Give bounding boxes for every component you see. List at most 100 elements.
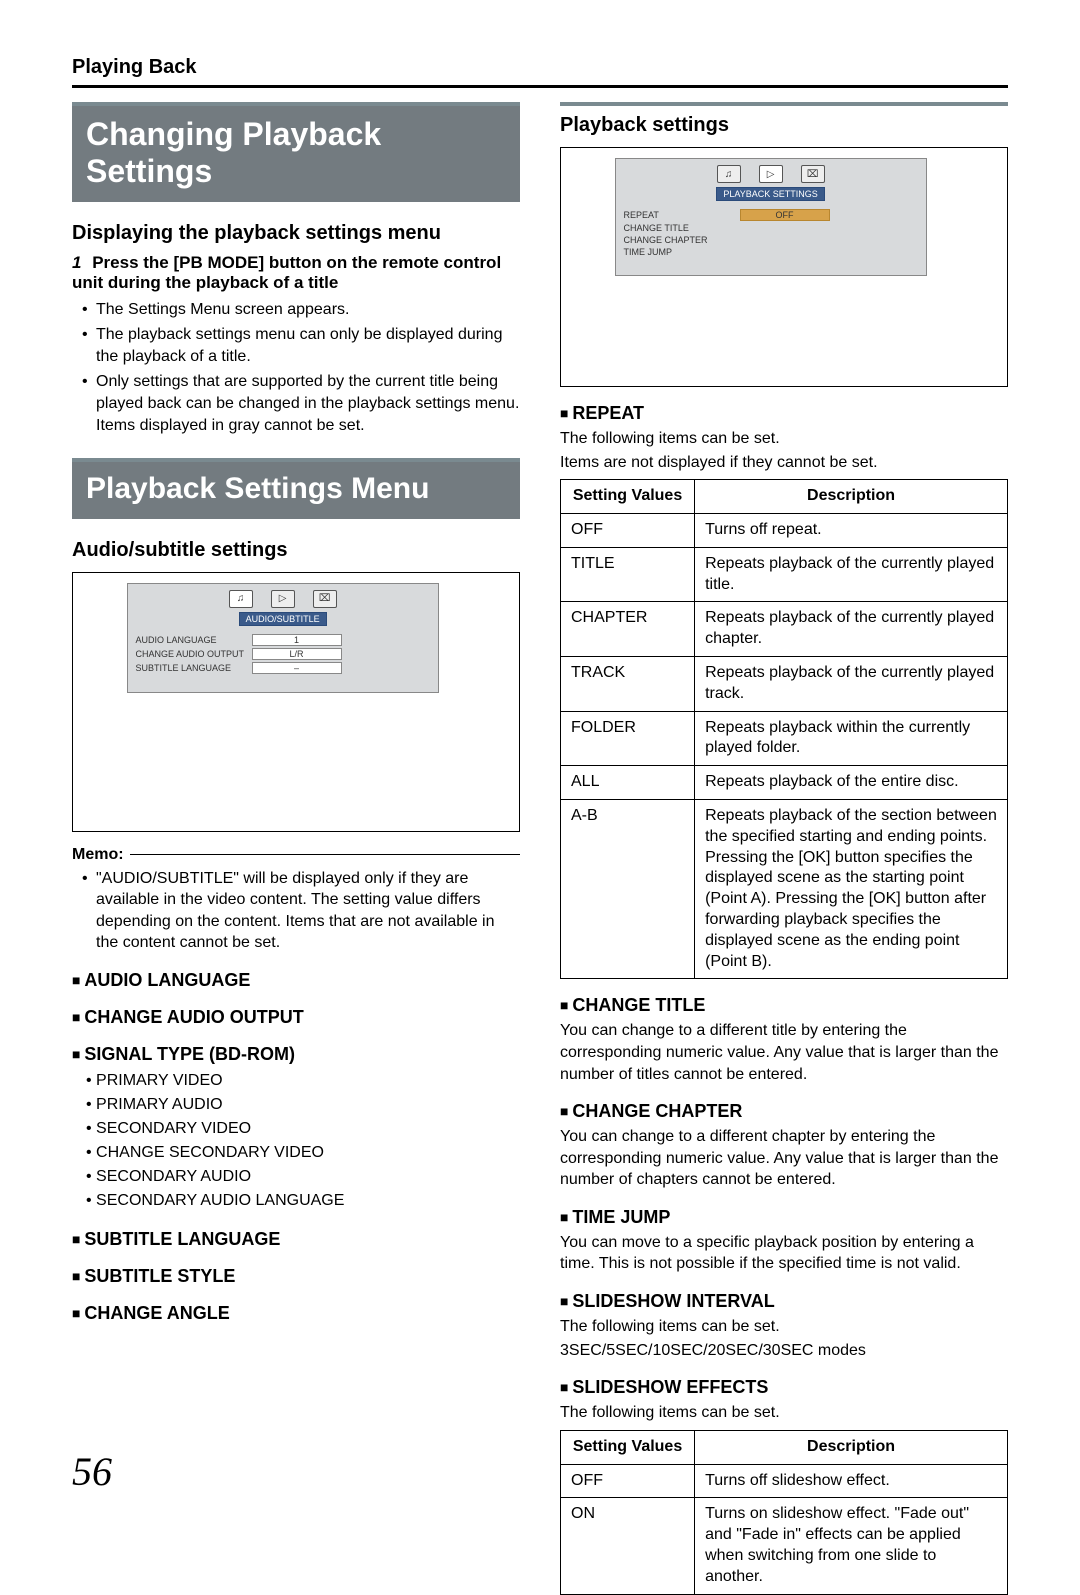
osd-tab-label: PLAYBACK SETTINGS: [716, 187, 824, 201]
cell-value: ALL: [561, 766, 695, 800]
cell-desc: Turns off slideshow effect.: [695, 1464, 1008, 1498]
table-row: TRACKRepeats playback of the currently p…: [561, 656, 1008, 711]
memo-body: "AUDIO/SUBTITLE" will be displayed only …: [72, 868, 520, 954]
video-icon: ⌧: [313, 590, 337, 608]
repeat-intro: The following items can be set.: [560, 428, 1008, 450]
memo-text: "AUDIO/SUBTITLE" will be displayed only …: [86, 868, 520, 954]
list-item: PRIMARY VIDEO: [86, 1069, 520, 1093]
osd-screenshot-audio-subtitle: ♫ ▷ ⌧ AUDIO/SUBTITLE AUDIO LANGUAGE 1 CH…: [72, 572, 520, 832]
right-column: Playback settings ♫ ▷ ⌧ PLAYBACK SETTING…: [560, 102, 1008, 1595]
cell-desc: Repeats playback of the currently played…: [695, 547, 1008, 602]
item-subtitle-style: SUBTITLE STYLE: [72, 1266, 520, 1287]
play-icon: ▷: [271, 590, 295, 608]
cell-value: FOLDER: [561, 711, 695, 766]
osd-key: CHANGE TITLE: [624, 223, 734, 233]
subhead-audio-subtitle-settings: Audio/subtitle settings: [72, 539, 520, 562]
cell-desc: Repeats playback of the currently played…: [695, 602, 1008, 657]
cell-desc: Repeats playback of the currently played…: [695, 656, 1008, 711]
cell-value: A-B: [561, 799, 695, 978]
table-row: A-BRepeats playback of the section betwe…: [561, 799, 1008, 978]
change-title-text: You can change to a different title by e…: [560, 1020, 1008, 1085]
osd-tab-bar: ♫ ▷ ⌧: [624, 165, 918, 183]
step-notes: The Settings Menu screen appears. The pl…: [72, 299, 520, 437]
osd-panel: ♫ ▷ ⌧ PLAYBACK SETTINGS REPEAT OFF CHANG…: [615, 158, 927, 276]
cell-value: TITLE: [561, 547, 695, 602]
list-item: SECONDARY VIDEO: [86, 1117, 520, 1141]
th-values: Setting Values: [561, 1430, 695, 1464]
item-repeat: REPEAT: [560, 403, 1008, 424]
cell-desc: Turns off repeat.: [695, 513, 1008, 547]
osd-key: CHANGE CHAPTER: [624, 235, 734, 245]
table-row: ONTurns on slideshow effect. "Fade out" …: [561, 1498, 1008, 1594]
music-note-icon: ♫: [717, 165, 741, 183]
item-time-jump: TIME JUMP: [560, 1207, 1008, 1228]
memo-label: Memo:: [72, 846, 124, 864]
breadcrumb-rule: [72, 85, 1008, 88]
section-title: Playback Settings Menu: [72, 462, 520, 519]
osd-row: REPEAT OFF: [624, 209, 918, 221]
osd-key: SUBTITLE LANGUAGE: [136, 663, 246, 673]
table-row: FOLDERRepeats playback within the curren…: [561, 711, 1008, 766]
osd-row: CHANGE AUDIO OUTPUT L/R: [136, 648, 430, 660]
table-row: TITLERepeats playback of the currently p…: [561, 547, 1008, 602]
table-row: OFFTurns off slideshow effect.: [561, 1464, 1008, 1498]
cell-value: OFF: [561, 513, 695, 547]
list-item: CHANGE SECONDARY VIDEO: [86, 1141, 520, 1165]
signal-type-list: PRIMARY VIDEO PRIMARY AUDIO SECONDARY VI…: [72, 1069, 520, 1213]
osd-value: –: [252, 662, 342, 674]
cell-desc: Repeats playback within the currently pl…: [695, 711, 1008, 766]
step-text: Press the [PB MODE] button on the remote…: [72, 253, 501, 292]
play-icon: ▷: [759, 165, 783, 183]
cell-value: ON: [561, 1498, 695, 1594]
item-slideshow-effects: SLIDESHOW EFFECTS: [560, 1377, 1008, 1398]
breadcrumb: Playing Back: [72, 56, 1008, 79]
note: Only settings that are supported by the …: [86, 371, 520, 436]
table-row: OFFTurns off repeat.: [561, 513, 1008, 547]
osd-screenshot-playback-settings: ♫ ▷ ⌧ PLAYBACK SETTINGS REPEAT OFF CHANG…: [560, 147, 1008, 387]
cell-value: OFF: [561, 1464, 695, 1498]
memo-rule: [130, 854, 520, 855]
cell-value: TRACK: [561, 656, 695, 711]
osd-key: AUDIO LANGUAGE: [136, 635, 246, 645]
osd-row: CHANGE CHAPTER: [624, 235, 918, 245]
banner-accent: [560, 102, 1008, 106]
step-1: 1 Press the [PB MODE] button on the remo…: [72, 253, 520, 293]
two-column-layout: Changing Playback Settings Displaying th…: [72, 102, 1008, 1595]
subhead-displaying-playback-settings: Displaying the playback settings menu: [72, 222, 520, 245]
item-change-angle: CHANGE ANGLE: [72, 1303, 520, 1324]
section-title: Changing Playback Settings: [72, 106, 520, 202]
manual-page: Playing Back Changing Playback Settings …: [0, 0, 1080, 1527]
table-header-row: Setting Values Description: [561, 1430, 1008, 1464]
music-note-icon: ♫: [229, 590, 253, 608]
item-change-title: CHANGE TITLE: [560, 995, 1008, 1016]
osd-key: TIME JUMP: [624, 247, 734, 257]
slideshow-effects-text: The following items can be set.: [560, 1402, 1008, 1424]
list-item: SECONDARY AUDIO LANGUAGE: [86, 1189, 520, 1213]
osd-panel: ♫ ▷ ⌧ AUDIO/SUBTITLE AUDIO LANGUAGE 1 CH…: [127, 583, 439, 693]
slideshow-interval-text: The following items can be set.: [560, 1316, 1008, 1338]
item-subtitle-language: SUBTITLE LANGUAGE: [72, 1229, 520, 1250]
osd-row: SUBTITLE LANGUAGE –: [136, 662, 430, 674]
change-chapter-text: You can change to a different chapter by…: [560, 1126, 1008, 1191]
osd-value: OFF: [740, 209, 830, 221]
item-change-chapter: CHANGE CHAPTER: [560, 1101, 1008, 1122]
osd-key: CHANGE AUDIO OUTPUT: [136, 649, 246, 659]
osd-value: 1: [252, 634, 342, 646]
table-header-row: Setting Values Description: [561, 480, 1008, 514]
left-column: Changing Playback Settings Displaying th…: [72, 102, 520, 1595]
osd-key: REPEAT: [624, 210, 734, 220]
osd-value: L/R: [252, 648, 342, 660]
section-playback-settings-menu: Playback Settings Menu: [72, 458, 520, 519]
th-description: Description: [695, 480, 1008, 514]
item-audio-language: AUDIO LANGUAGE: [72, 970, 520, 991]
repeat-intro-2: Items are not displayed if they cannot b…: [560, 452, 1008, 474]
item-signal-type: SIGNAL TYPE (BD-ROM): [72, 1044, 520, 1065]
osd-row: TIME JUMP: [624, 247, 918, 257]
subhead-playback-settings: Playback settings: [560, 114, 1008, 137]
repeat-table: Setting Values Description OFFTurns off …: [560, 479, 1008, 979]
step-number: 1: [72, 253, 81, 272]
effects-table: Setting Values Description OFFTurns off …: [560, 1430, 1008, 1595]
memo-header: Memo:: [72, 846, 520, 864]
note: The Settings Menu screen appears.: [86, 299, 520, 321]
list-item: SECONDARY AUDIO: [86, 1165, 520, 1189]
